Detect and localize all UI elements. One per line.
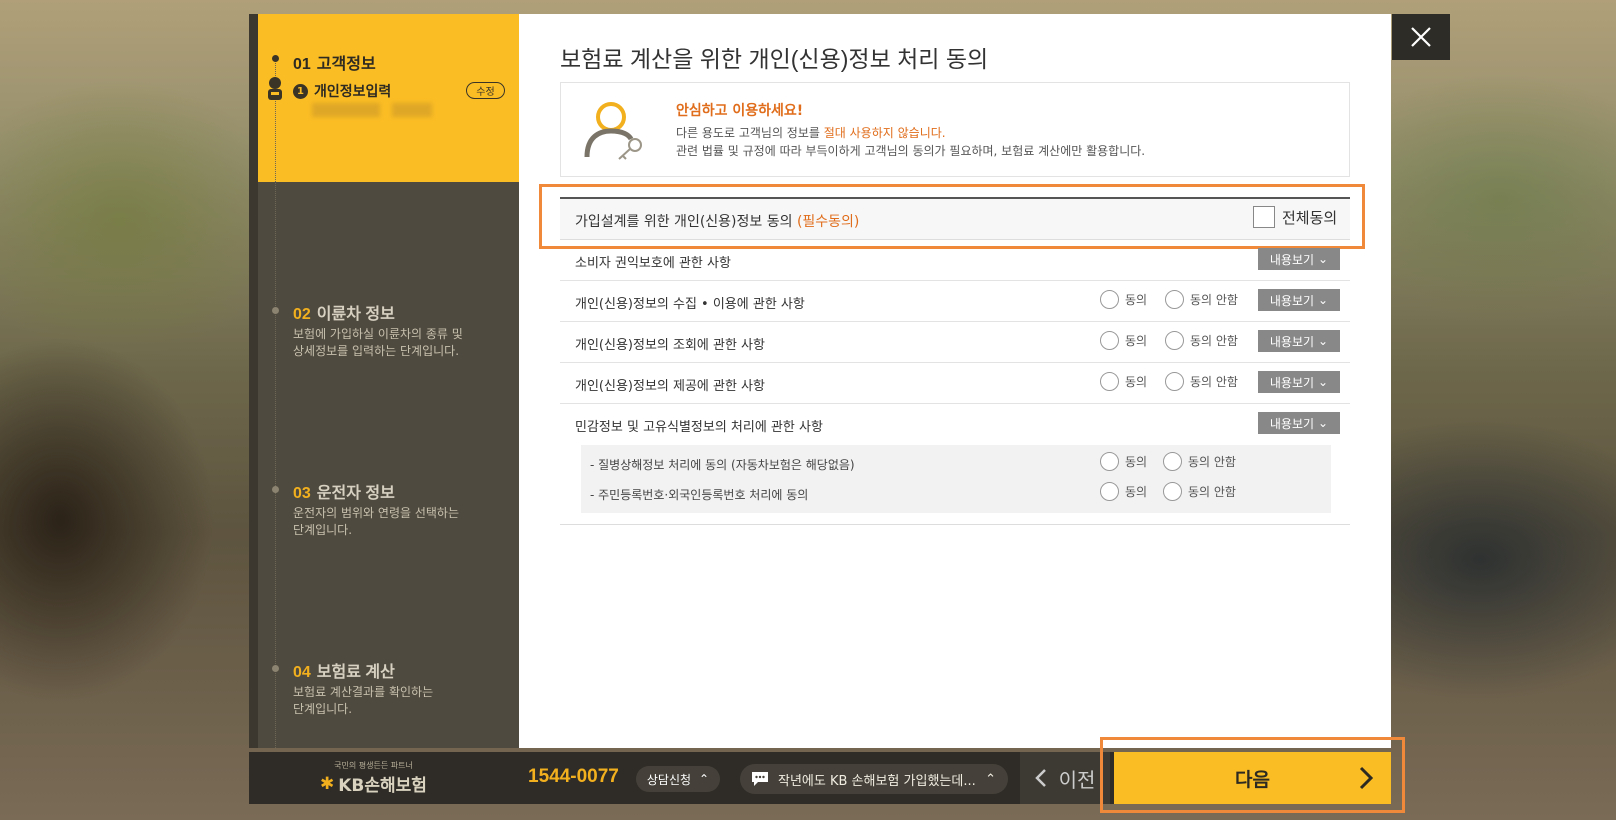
agree-radio[interactable]: 동의: [1100, 290, 1147, 309]
row-label: 민감정보 및 고유식별정보의 처리에 관한 사항: [575, 420, 823, 435]
step-2-desc: 보험에 가입하실 이륜차의 종류 및 상세정보를 입력하는 단계입니다.: [293, 327, 463, 358]
agree-radio[interactable]: 동의: [1100, 482, 1147, 501]
notice-line-2: 관련 법률 및 규정에 따라 부득이하게 고객님의 동의가 필요하며, 보험료 …: [676, 144, 1146, 158]
view-details-button[interactable]: 내용보기 ⌄: [1258, 289, 1340, 311]
masked-info-1: [312, 103, 380, 117]
view-details-button[interactable]: 내용보기 ⌄: [1258, 412, 1340, 434]
agreement-header-label: 가입설계를 위한 개인(신용)정보 동의 (필수동의): [575, 214, 860, 230]
step-4-desc: 보험료 계산결과를 확인하는 단계입니다.: [293, 685, 434, 716]
agree-radio[interactable]: 동의: [1100, 331, 1147, 350]
chevron-left-icon: [1034, 769, 1046, 787]
disagree-radio[interactable]: 동의 안함: [1165, 372, 1238, 391]
step-3-desc: 운전자의 범위와 연령을 선택하는 단계입니다.: [293, 506, 460, 537]
chevron-down-icon: ⌄: [1318, 375, 1329, 389]
timeline-dot-1: [272, 55, 279, 62]
chevron-down-icon: ⌄: [1318, 293, 1329, 307]
sub-row-label: - 주민등록번호·외국인등록번호 처리에 동의: [590, 488, 809, 502]
step-4-title: 04 보험료 계산: [293, 664, 395, 681]
divider: [560, 524, 1350, 525]
chat-bubble-icon: [752, 772, 768, 786]
substep-number: 1: [293, 83, 308, 99]
row-label: 소비자 권익보호에 관한 사항: [575, 256, 731, 271]
chevron-down-icon: ⌄: [1318, 252, 1329, 266]
page-title: 보험료 계산을 위한 개인(신용)정보 처리 동의: [560, 46, 989, 72]
close-icon: [1411, 27, 1431, 47]
row-label: 개인(신용)정보의 제공에 관한 사항: [575, 379, 765, 394]
chevron-down-icon: ⌄: [1318, 416, 1329, 430]
star-icon: ✱: [320, 773, 335, 794]
step-3-title: 03 운전자 정보: [293, 485, 395, 502]
chevron-up-icon: ⌃: [699, 772, 710, 786]
row-label: 개인(신용)정보의 조회에 관한 사항: [575, 338, 765, 353]
timeline-line: [275, 60, 276, 750]
next-button[interactable]: 다음: [1114, 752, 1391, 804]
user-key-icon: [584, 102, 642, 160]
row-label: 개인(신용)정보의 수집 • 이용에 관한 사항: [575, 297, 805, 312]
substep-personal-info: 1 개인정보입력: [293, 81, 391, 101]
prev-button[interactable]: 이전: [1020, 752, 1110, 804]
disagree-radio[interactable]: 동의 안함: [1165, 290, 1238, 309]
consult-button[interactable]: 상담신청 ⌃: [636, 766, 720, 792]
chevron-right-icon: [1359, 766, 1373, 790]
notice-line-1: 다른 용도로 고객님의 정보를 절대 사용하지 않습니다.: [676, 126, 946, 140]
view-details-button[interactable]: 내용보기 ⌄: [1258, 248, 1340, 270]
rider-icon: [268, 77, 282, 100]
agree-radio[interactable]: 동의: [1100, 452, 1147, 471]
timeline-dot-3: [272, 486, 279, 493]
step-2-title: 02 이륜차 정보: [293, 306, 395, 323]
notice-heading: 안심하고 이용하세요!: [676, 103, 804, 119]
agree-radio[interactable]: 동의: [1100, 372, 1147, 391]
view-details-button[interactable]: 내용보기 ⌄: [1258, 330, 1340, 352]
step-1-title: 01 고객정보: [293, 56, 376, 73]
all-agree-checkbox[interactable]: 전체동의: [1253, 206, 1337, 228]
timeline-dot-2: [272, 307, 279, 314]
view-details-button[interactable]: 내용보기 ⌄: [1258, 371, 1340, 393]
sidebar-strip: [249, 14, 258, 748]
checkbox[interactable]: [1253, 206, 1275, 228]
timeline-dot-4: [272, 665, 279, 672]
phone-number[interactable]: 1544-0077: [528, 766, 619, 788]
disagree-radio[interactable]: 동의 안함: [1163, 482, 1236, 501]
kb-logo: 국민의 평생든든 파트너 ✱ KB손해보험: [320, 761, 427, 796]
substep-label: 개인정보입력: [314, 84, 392, 100]
sub-row-label: - 질병상해정보 처리에 동의 (자동차보험은 해당없음): [590, 458, 855, 472]
edit-button[interactable]: 수정: [466, 82, 505, 99]
disagree-radio[interactable]: 동의 안함: [1165, 331, 1238, 350]
masked-info-2: [392, 103, 432, 117]
disagree-radio[interactable]: 동의 안함: [1163, 452, 1236, 471]
chat-bar[interactable]: 작년에도 KB 손해보험 가입했는데... ⌃: [740, 764, 1008, 794]
chevron-up-icon: ⌃: [985, 771, 996, 787]
close-button[interactable]: [1392, 14, 1450, 60]
chevron-down-icon: ⌄: [1318, 334, 1329, 348]
